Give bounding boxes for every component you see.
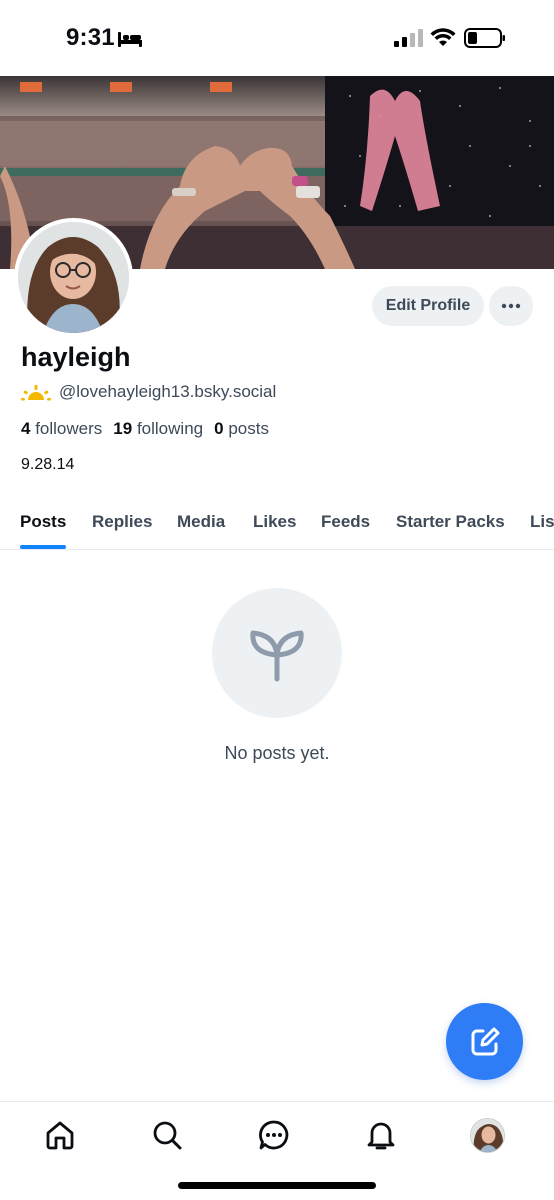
tab-starter-packs[interactable]: Starter Packs — [396, 512, 505, 532]
avatar-image — [18, 222, 129, 333]
display-name: hayleigh — [21, 342, 131, 372]
more-options-button[interactable] — [489, 286, 533, 326]
home-indicator — [178, 1182, 376, 1189]
profile-tabs: Posts Replies Media Likes Feeds Starter … — [0, 500, 554, 550]
profile-handle: @lovehayleigh13.bsky.social — [59, 382, 277, 401]
nav-notifications[interactable] — [364, 1118, 398, 1152]
active-tab-indicator — [20, 545, 66, 549]
tab-lists[interactable]: Lists — [530, 512, 554, 532]
empty-state-badge — [212, 588, 342, 718]
nav-search[interactable] — [150, 1118, 184, 1152]
battery-icon — [464, 28, 505, 48]
home-icon — [46, 1121, 74, 1150]
edit-profile-button[interactable]: Edit Profile — [372, 286, 484, 326]
tab-media[interactable]: Media — [177, 512, 225, 532]
posts-label: posts — [228, 419, 269, 438]
compose-button[interactable] — [446, 1003, 523, 1080]
tab-posts[interactable]: Posts — [20, 512, 66, 532]
sun-emoji-icon — [21, 385, 51, 401]
sprout-icon — [250, 630, 304, 682]
avatar-thumbnail — [471, 1119, 504, 1152]
following-label: following — [136, 419, 204, 438]
nav-home[interactable] — [43, 1118, 77, 1152]
handle-row: @lovehayleigh13.bsky.social — [21, 382, 276, 402]
followers-label: followers — [35, 419, 103, 438]
profile-stats: 4 followers 19 following 0 posts — [21, 419, 280, 439]
wifi-icon — [430, 28, 456, 46]
tab-likes[interactable]: Likes — [253, 512, 296, 532]
bed-icon — [118, 32, 142, 47]
bell-icon — [367, 1122, 395, 1150]
posts-count: 0 — [214, 419, 224, 438]
chat-icon — [259, 1120, 289, 1150]
nav-profile-avatar[interactable] — [470, 1118, 505, 1153]
followers-count: 4 — [21, 419, 31, 438]
status-bar: 9:31 — [0, 0, 554, 76]
following-stat[interactable]: 19 following — [113, 419, 203, 439]
compose-icon — [471, 1027, 499, 1055]
empty-state-message: No posts yet. — [224, 743, 330, 763]
profile-avatar[interactable] — [14, 218, 133, 337]
tab-feeds[interactable]: Feeds — [321, 512, 370, 532]
tab-replies[interactable]: Replies — [92, 512, 152, 532]
signal-icon — [394, 29, 423, 47]
following-count: 19 — [113, 419, 133, 438]
search-icon — [153, 1121, 182, 1150]
nav-chat[interactable] — [257, 1118, 291, 1152]
posts-stat: 0 posts — [214, 419, 269, 439]
ellipsis-icon — [501, 303, 521, 309]
profile-bio: 9.28.14 — [21, 456, 75, 473]
followers-stat[interactable]: 4 followers — [21, 419, 102, 439]
status-time: 9:31 — [66, 24, 115, 51]
